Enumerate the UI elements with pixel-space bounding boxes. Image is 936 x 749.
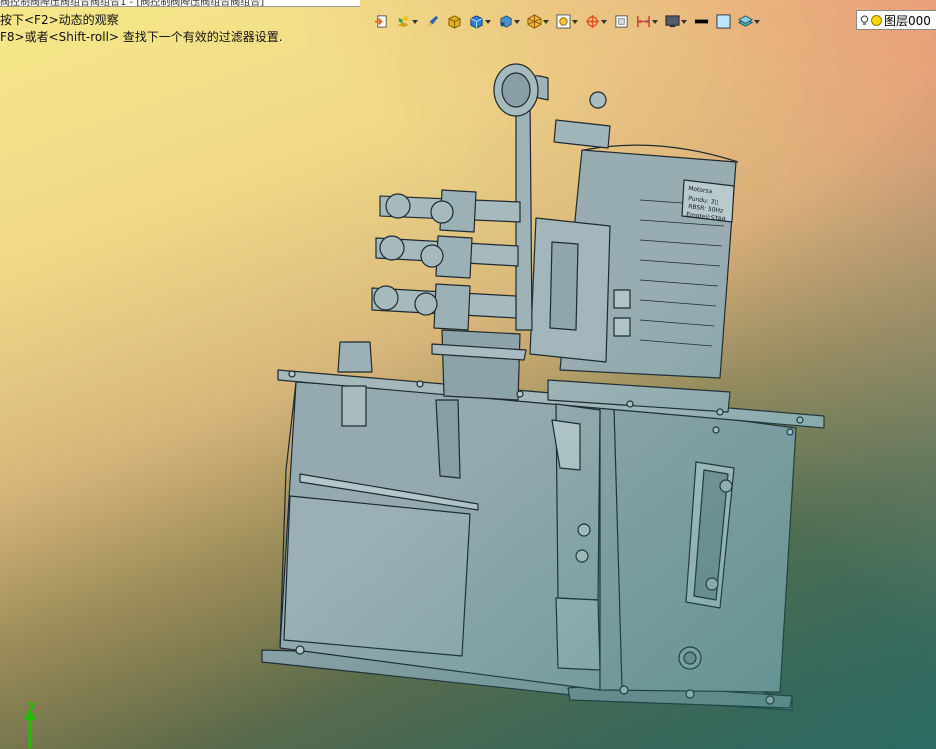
layer-style-button[interactable] <box>736 12 762 31</box>
axis-y-label: Y <box>28 700 36 713</box>
section-view-button[interactable] <box>525 12 551 31</box>
motor-nameplate <box>681 179 735 223</box>
layer-label: 图层000 <box>884 13 931 28</box>
valve-stack <box>371 189 521 331</box>
window-title: 阀控制阀降压阀组合阀组合1 - [阀控制阀降压阀组合阀组合] <box>0 0 360 7</box>
motor-brand-text: Motorsa <box>688 185 713 195</box>
layer-selector[interactable]: 图层000 <box>856 10 936 30</box>
coordinate-axis-icon <box>24 708 36 748</box>
pencil-icon <box>427 15 439 26</box>
solid-box-icon <box>448 14 461 29</box>
tank-top-plate <box>277 369 825 429</box>
oil-tank-left <box>279 381 601 691</box>
section-view-icon <box>526 13 542 29</box>
dimension-icon <box>636 15 650 27</box>
nameplate-line-2: RBSR: 50Hz <box>688 203 724 215</box>
bolts <box>288 370 804 436</box>
frame-icon <box>615 14 628 28</box>
lightbulb-icon <box>860 15 869 25</box>
fill-color-icon <box>716 13 731 29</box>
solid-box-button[interactable] <box>445 12 464 31</box>
blue-cube-icon <box>469 14 483 29</box>
rotate-view-button[interactable] <box>583 12 609 31</box>
blue-cube-button[interactable] <box>467 12 493 31</box>
render-mode-button[interactable] <box>394 12 420 31</box>
hint-text: 按下<F2>动态的观察 F8>或者<Shift-roll> 查找下一个有效的过滤… <box>0 12 283 46</box>
sketch-pencil-button[interactable] <box>423 12 442 31</box>
fill-color-button[interactable] <box>714 12 733 31</box>
layer-style-icon <box>737 14 753 27</box>
3d-viewport[interactable]: 阀控制阀降压阀组合阀组合1 - [阀控制阀降压阀组合阀组合] 按下<F2>动态的… <box>0 0 936 749</box>
exit-sketch-icon <box>374 14 387 28</box>
view-orient-icon <box>499 14 512 28</box>
base-plate <box>261 649 793 711</box>
view-orient-button[interactable] <box>496 12 522 31</box>
dimension-button[interactable] <box>634 12 660 31</box>
pressure-pipe <box>515 75 549 331</box>
line-color-icon <box>694 19 709 23</box>
view-toolbar <box>372 8 762 34</box>
nameplate-line-3: Emoteil:STAR <box>686 211 727 223</box>
layer-sun-icon <box>871 14 882 26</box>
hint-line-2: F8>或者<Shift-roll> 查找下一个有效的过滤器设置. <box>0 30 283 44</box>
display-icon <box>664 14 680 27</box>
display-settings-button[interactable] <box>663 12 689 31</box>
oil-tank-right <box>599 401 797 693</box>
zoom-fit-icon <box>555 13 571 29</box>
hint-line-1: 按下<F2>动态的观察 <box>0 13 119 27</box>
exit-sketch-button[interactable] <box>372 12 391 31</box>
nameplate-line-1: Pundu: 3¦¦ <box>688 195 719 206</box>
terminal-box <box>529 217 611 363</box>
zoom-fit-button[interactable] <box>554 12 580 31</box>
line-color-button[interactable] <box>692 12 711 31</box>
frame-view-button[interactable] <box>612 12 631 31</box>
rotate-view-icon <box>585 14 599 28</box>
hydraulic-unit-model[interactable]: Motorsa Pundu: 3¦¦ RBSR: 50Hz Emoteil:ST… <box>0 0 936 749</box>
electric-motor <box>559 149 737 379</box>
oil-level-gauge <box>685 461 735 609</box>
pressure-gauge <box>493 63 539 117</box>
render-mode-icon <box>397 15 409 27</box>
